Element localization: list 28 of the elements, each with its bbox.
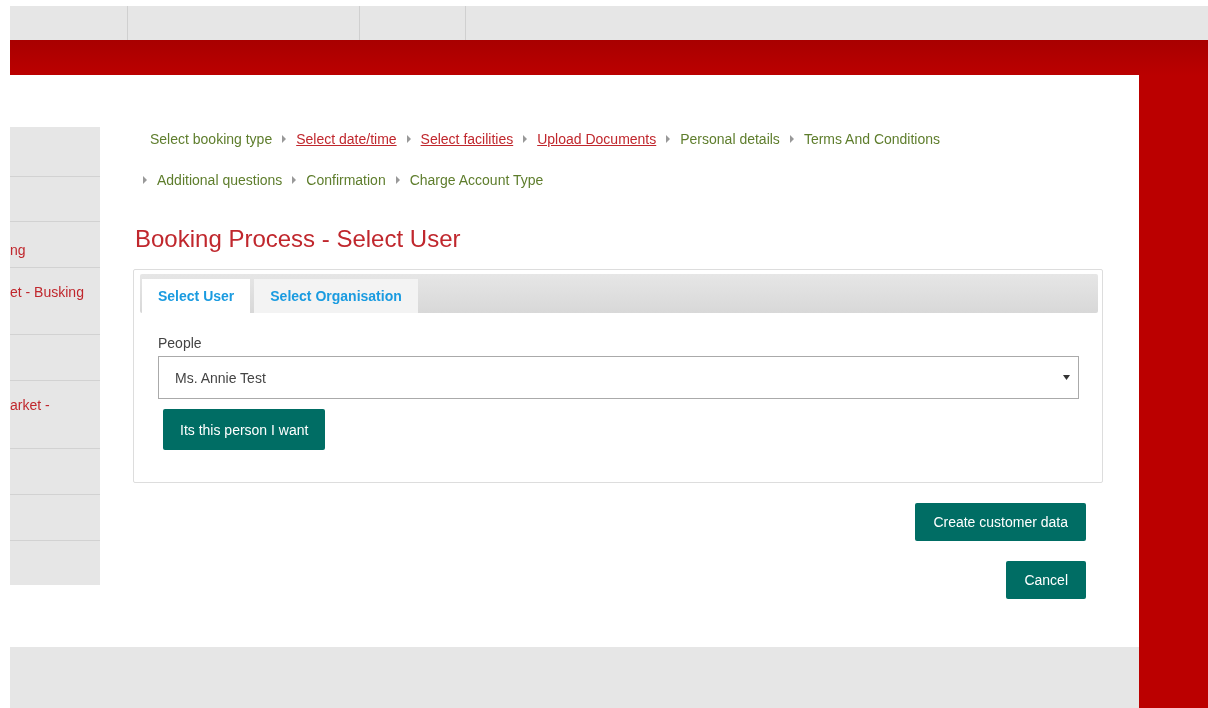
breadcrumb-step: Additional questions [157, 171, 283, 189]
tab[interactable]: Select User [142, 279, 251, 313]
breadcrumb-step: Terms And Conditions [803, 130, 941, 148]
caret-icon [523, 135, 528, 143]
caret-icon [395, 176, 400, 184]
sidebar-item[interactable]: et - Busking [10, 282, 84, 302]
caret-icon [1063, 375, 1070, 380]
sidebar-item[interactable]: arket - [10, 395, 50, 415]
caret-icon [789, 135, 794, 143]
breadcrumb-step: Select booking type [150, 130, 273, 148]
breadcrumb-link[interactable]: Upload Documents [537, 130, 657, 148]
caret-icon [292, 176, 297, 184]
caret-icon [282, 135, 287, 143]
breadcrumb-link[interactable]: Select facilities [420, 130, 514, 148]
sidebar-item[interactable]: ng [10, 240, 26, 260]
action-button[interactable]: Create customer data [915, 503, 1086, 541]
breadcrumb-step: Charge Account Type [409, 171, 544, 189]
caret-icon [143, 176, 147, 184]
field-label: People [158, 335, 203, 351]
confirm-button[interactable]: Its this person I want [163, 409, 326, 450]
breadcrumb-step: Personal details [680, 130, 780, 148]
people-select[interactable]: Ms. Annie Test [158, 356, 1079, 399]
breadcrumb-link[interactable]: Select date/time [296, 130, 397, 148]
page-title: Booking Process - Select User [135, 225, 462, 253]
caret-icon [666, 135, 671, 143]
caret-icon [406, 135, 411, 143]
breadcrumb-step: Confirmation [306, 171, 386, 189]
action-button[interactable]: Cancel [1006, 561, 1086, 599]
